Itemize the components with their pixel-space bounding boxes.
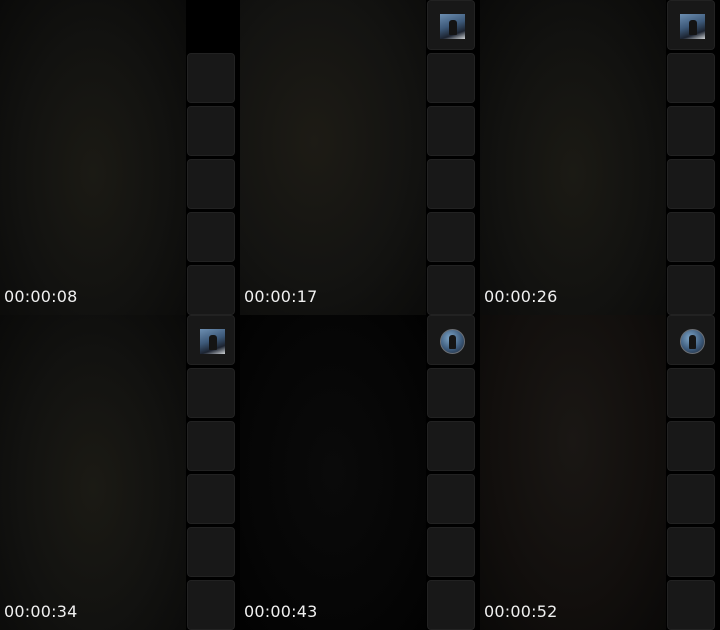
participant-tile[interactable] bbox=[427, 421, 475, 471]
participant-tile[interactable] bbox=[667, 53, 715, 103]
participant-tile[interactable] bbox=[427, 474, 475, 524]
timestamp-label: 00:00:17 bbox=[244, 287, 318, 306]
frame-6: 00:00:52 bbox=[480, 315, 720, 630]
timestamp-label: 00:00:26 bbox=[484, 287, 558, 306]
video-feed bbox=[480, 0, 666, 315]
participant-tile-avatar[interactable] bbox=[667, 0, 715, 50]
participant-tile[interactable] bbox=[667, 474, 715, 524]
participant-tile[interactable] bbox=[667, 580, 715, 630]
participant-strip bbox=[426, 315, 480, 630]
participant-strip bbox=[666, 315, 720, 630]
frame-5: 00:00:43 bbox=[240, 315, 480, 630]
video-feed bbox=[240, 0, 426, 315]
participant-tile-avatar[interactable] bbox=[187, 315, 235, 365]
video-feed bbox=[480, 315, 666, 630]
participant-tile[interactable] bbox=[187, 474, 235, 524]
participant-tile-empty bbox=[187, 0, 235, 50]
participant-tile[interactable] bbox=[427, 53, 475, 103]
participant-tile[interactable] bbox=[187, 580, 235, 630]
avatar bbox=[200, 329, 225, 354]
frame-4: 00:00:34 bbox=[0, 315, 240, 630]
avatar bbox=[440, 329, 465, 354]
video-feed bbox=[0, 315, 186, 630]
participant-tile[interactable] bbox=[187, 212, 235, 262]
participant-tile[interactable] bbox=[427, 106, 475, 156]
participant-strip bbox=[186, 0, 240, 315]
avatar bbox=[680, 329, 705, 354]
participant-tile[interactable] bbox=[187, 368, 235, 418]
participant-tile[interactable] bbox=[667, 368, 715, 418]
participant-tile[interactable] bbox=[427, 527, 475, 577]
participant-tile[interactable] bbox=[187, 265, 235, 315]
frame-3: 00:00:26 bbox=[480, 0, 720, 315]
video-feed bbox=[240, 315, 426, 630]
participant-tile[interactable] bbox=[667, 527, 715, 577]
participant-tile[interactable] bbox=[187, 159, 235, 209]
participant-tile[interactable] bbox=[427, 159, 475, 209]
participant-tile[interactable] bbox=[427, 580, 475, 630]
participant-tile[interactable] bbox=[667, 265, 715, 315]
participant-tile[interactable] bbox=[667, 159, 715, 209]
participant-tile[interactable] bbox=[427, 368, 475, 418]
participant-tile[interactable] bbox=[187, 53, 235, 103]
participant-strip bbox=[426, 0, 480, 315]
timestamp-label: 00:00:08 bbox=[4, 287, 78, 306]
avatar bbox=[680, 14, 705, 39]
video-feed bbox=[0, 0, 186, 315]
participant-tile[interactable] bbox=[187, 421, 235, 471]
frame-grid: 00:00:08 00:00:17 00:00:26 00:00:34 00:0… bbox=[0, 0, 720, 630]
participant-strip bbox=[666, 0, 720, 315]
timestamp-label: 00:00:52 bbox=[484, 602, 558, 621]
participant-tile[interactable] bbox=[187, 106, 235, 156]
participant-tile[interactable] bbox=[187, 527, 235, 577]
participant-strip bbox=[186, 315, 240, 630]
participant-tile-avatar[interactable] bbox=[667, 315, 715, 365]
participant-tile[interactable] bbox=[667, 421, 715, 471]
timestamp-label: 00:00:43 bbox=[244, 602, 318, 621]
participant-tile[interactable] bbox=[667, 106, 715, 156]
participant-tile[interactable] bbox=[667, 212, 715, 262]
participant-tile[interactable] bbox=[427, 265, 475, 315]
timestamp-label: 00:00:34 bbox=[4, 602, 78, 621]
participant-tile[interactable] bbox=[427, 212, 475, 262]
frame-2: 00:00:17 bbox=[240, 0, 480, 315]
participant-tile-avatar[interactable] bbox=[427, 315, 475, 365]
avatar bbox=[440, 14, 465, 39]
participant-tile-avatar[interactable] bbox=[427, 0, 475, 50]
frame-1: 00:00:08 bbox=[0, 0, 240, 315]
